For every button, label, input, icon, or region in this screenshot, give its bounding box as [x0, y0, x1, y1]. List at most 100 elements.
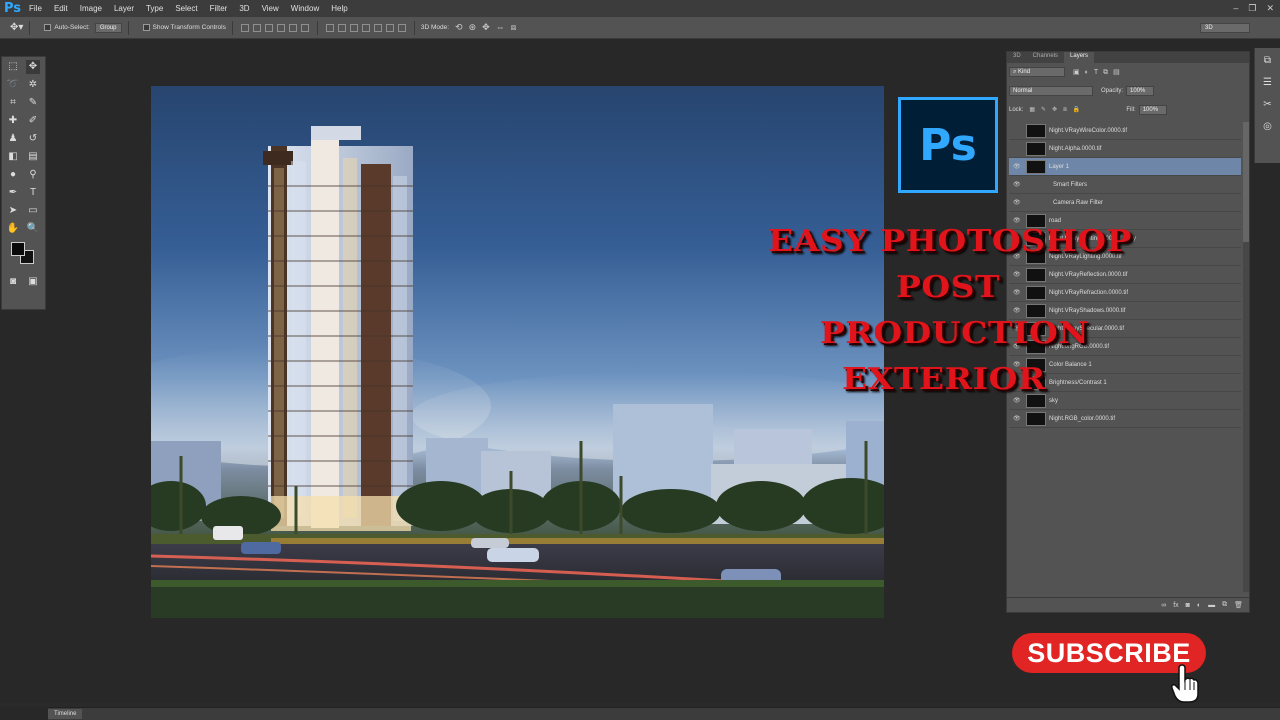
window-controls: – ❐ ✕ — [1233, 3, 1274, 14]
crop-tool-icon[interactable]: ⌗ — [6, 96, 20, 110]
tools-panel-icon[interactable]: ✂ — [1262, 99, 1274, 111]
distribute-left-icon[interactable] — [361, 23, 370, 32]
menu-layer[interactable]: Layer — [114, 4, 134, 13]
menu-3d[interactable]: 3D — [239, 4, 249, 13]
layer-row[interactable]: 👁 Smart Filters — [1009, 176, 1241, 194]
layer-row[interactable]: 👁 Layer 1 — [1009, 158, 1241, 176]
marquee-tool-icon[interactable]: ⬚ — [6, 60, 20, 74]
lock-icons[interactable]: ▦✎✥⧈🔒 — [1029, 106, 1086, 114]
group-dropdown[interactable]: Group — [94, 22, 122, 33]
add-mask-icon[interactable]: ◙ — [1186, 602, 1190, 609]
menu-filter[interactable]: Filter — [210, 4, 228, 13]
quick-mask-icon[interactable]: ◙ — [6, 275, 20, 289]
eyedropper-icon[interactable]: ✎ — [26, 96, 40, 110]
move-tool-icon[interactable]: ✥▾ — [10, 22, 23, 33]
properties-panel-icon[interactable]: ☰ — [1262, 77, 1274, 89]
tab-channels[interactable]: Channels — [1027, 52, 1064, 63]
kind-dropdown[interactable]: ⌕ Kind — [1009, 67, 1065, 77]
timeline-tab[interactable]: Timeline — [48, 709, 83, 719]
layer-name: sky — [1049, 397, 1058, 404]
panel-dock-strip: ⧉ ☰ ✂ ◎ — [1254, 48, 1280, 163]
menu-file[interactable]: File — [29, 4, 42, 13]
eye-icon[interactable]: 👁 — [1013, 181, 1023, 188]
history-panel-icon[interactable]: ⧉ — [1262, 55, 1274, 67]
eye-icon[interactable]: 👁 — [1013, 271, 1023, 278]
tab-3d[interactable]: 3D — [1007, 52, 1027, 63]
menu-type[interactable]: Type — [146, 4, 163, 13]
screen-mode-icon[interactable]: ▣ — [26, 275, 40, 289]
align-center-icon[interactable] — [288, 23, 297, 32]
show-transform-checkbox[interactable] — [142, 24, 150, 31]
fill-field[interactable]: 100% — [1138, 105, 1167, 115]
hand-tool-icon[interactable]: ✋ — [6, 222, 20, 236]
adjustment-layer-icon[interactable]: ◐ — [1197, 602, 1201, 609]
blur-tool-icon[interactable]: ● — [6, 168, 20, 182]
eye-icon[interactable]: 👁 — [1013, 289, 1023, 296]
align-top-icon[interactable] — [240, 23, 249, 32]
blend-mode-dropdown[interactable]: Normal — [1009, 86, 1093, 96]
brush-panel-icon[interactable]: ◎ — [1262, 121, 1274, 133]
layer-row[interactable]: 👁 Night.RGB_color.0000.tif — [1009, 410, 1241, 428]
clone-stamp-icon[interactable]: ♟ — [6, 132, 20, 146]
distribute-middle-icon[interactable] — [337, 23, 346, 32]
auto-align-icon[interactable] — [397, 23, 406, 32]
layer-row[interactable]: 👁 Camera Raw Filter — [1009, 194, 1241, 212]
document-canvas[interactable] — [151, 86, 884, 618]
eraser-tool-icon[interactable]: ◧ — [6, 150, 20, 164]
fx-icon[interactable]: fx — [1173, 602, 1178, 609]
layer-row[interactable]: 👁 Night.VRayReflection.0000.tif — [1009, 266, 1241, 284]
minimize-button[interactable]: – — [1233, 3, 1238, 14]
tab-layers[interactable]: Layers — [1064, 52, 1095, 63]
opacity-field[interactable]: 100% — [1126, 86, 1155, 96]
history-brush-icon[interactable]: ↺ — [26, 132, 40, 146]
foreground-color-swatch[interactable] — [11, 242, 25, 256]
rectangle-tool-icon[interactable]: ▭ — [26, 204, 40, 218]
distribute-bottom-icon[interactable] — [349, 23, 358, 32]
eye-icon[interactable]: 👁 — [1013, 163, 1023, 170]
align-middle-icon[interactable] — [252, 23, 261, 32]
scrollbar-thumb[interactable] — [1243, 122, 1249, 242]
link-layers-icon[interactable]: ∞ — [1161, 602, 1166, 609]
menu-help[interactable]: Help — [331, 4, 347, 13]
type-tool-icon[interactable]: T — [26, 186, 40, 200]
delete-layer-icon[interactable]: 🗑 — [1234, 601, 1243, 609]
new-group-icon[interactable]: ▬ — [1208, 602, 1215, 609]
layer-row[interactable]: 👁 Night.VRayRefraction.0000.tif — [1009, 284, 1241, 302]
menu-window[interactable]: Window — [291, 4, 319, 13]
eye-icon[interactable]: 👁 — [1013, 199, 1023, 206]
restore-button[interactable]: ❐ — [1248, 3, 1256, 14]
menu-view[interactable]: View — [262, 4, 279, 13]
layer-row[interactable]: Night.Alpha.0000.tif — [1009, 140, 1241, 158]
eye-icon[interactable]: 👁 — [1013, 307, 1023, 314]
healing-brush-icon[interactable]: ✚ — [6, 114, 20, 128]
move-tool-icon[interactable]: ✥ — [26, 60, 40, 74]
lasso-tool-icon[interactable]: ➰ — [6, 78, 20, 92]
path-select-icon[interactable]: ➤ — [6, 204, 20, 218]
menu-image[interactable]: Image — [80, 4, 102, 13]
auto-select-checkbox[interactable] — [44, 24, 52, 31]
dodge-tool-icon[interactable]: ⚲ — [26, 168, 40, 182]
close-button[interactable]: ✕ — [1266, 3, 1274, 14]
brush-tool-icon[interactable]: ✐ — [26, 114, 40, 128]
distribute-top-icon[interactable] — [325, 23, 334, 32]
3d-tools-icon[interactable]: ⟲⊛✥⇔⧈ — [455, 22, 522, 33]
distribute-center-icon[interactable] — [373, 23, 382, 32]
pen-tool-icon[interactable]: ✒ — [6, 186, 20, 200]
gradient-tool-icon[interactable]: ▤ — [26, 150, 40, 164]
magic-wand-icon[interactable]: ✲ — [26, 78, 40, 92]
align-right-icon[interactable] — [300, 23, 309, 32]
filter-icons[interactable]: ▣◐T⧉▤ — [1073, 68, 1125, 77]
distribute-right-icon[interactable] — [385, 23, 394, 32]
workspace-dropdown[interactable]: 3D — [1200, 22, 1250, 33]
layers-scrollbar[interactable] — [1243, 122, 1249, 592]
eye-icon[interactable]: 👁 — [1013, 415, 1023, 422]
zoom-tool-icon[interactable]: 🔍 — [26, 222, 40, 236]
eye-icon[interactable]: 👁 — [1013, 217, 1023, 224]
layer-row[interactable]: Night.VRayWireColor.0000.tif — [1009, 122, 1241, 140]
new-layer-icon[interactable]: ⧉ — [1222, 601, 1227, 609]
menu-select[interactable]: Select — [175, 4, 197, 13]
eye-icon[interactable]: 👁 — [1013, 397, 1023, 404]
align-bottom-icon[interactable] — [264, 23, 273, 32]
menu-edit[interactable]: Edit — [54, 4, 68, 13]
align-left-icon[interactable] — [276, 23, 285, 32]
